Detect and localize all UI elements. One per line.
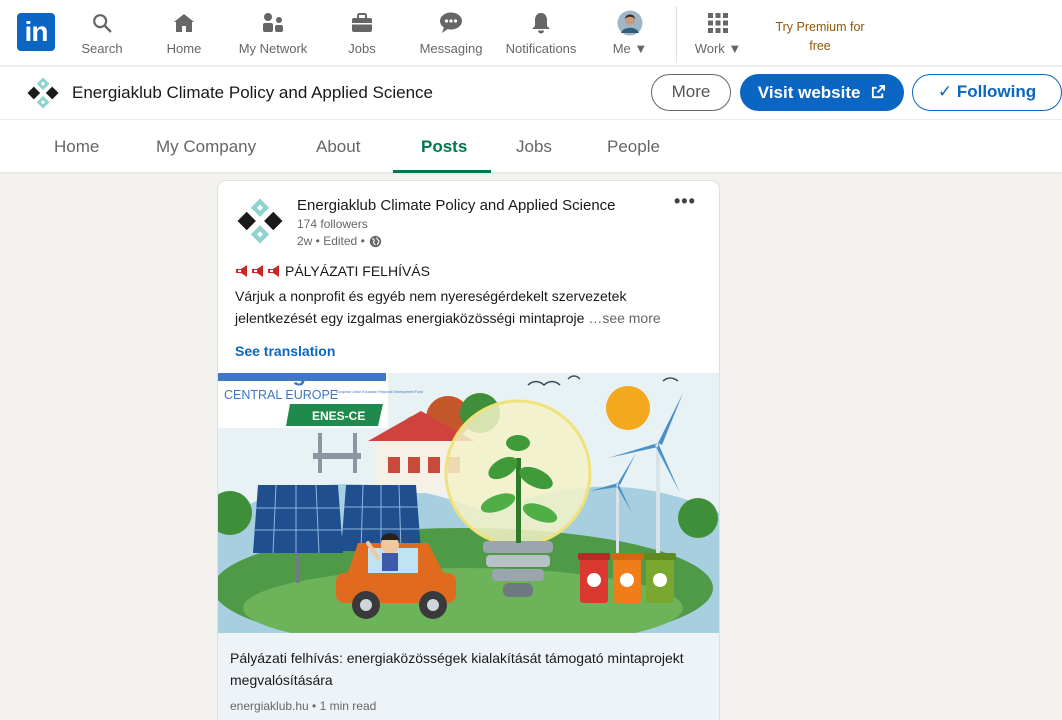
- see-more-link[interactable]: …see more: [588, 310, 660, 326]
- chevron-down-icon: ▼: [634, 41, 648, 56]
- bell-icon: [532, 13, 550, 34]
- message-icon: [440, 12, 462, 33]
- post-body-line-2: jelentkezését egy izgalmas energiaközöss…: [235, 310, 661, 326]
- nav-me[interactable]: Me ▼: [608, 8, 652, 60]
- following-button[interactable]: ✓ Following: [912, 74, 1062, 111]
- post-options-icon[interactable]: •••: [674, 191, 696, 212]
- project-name: ENES-CE: [312, 409, 365, 423]
- nav-messaging[interactable]: Messaging: [416, 8, 486, 60]
- energy-community-illustration: interreg CENTRAL EUROPE European Union E…: [218, 373, 719, 633]
- home-icon: [174, 14, 194, 32]
- post-headline: PÁLYÁZATI FELHÍVÁS: [235, 263, 430, 279]
- check-icon: ✓: [937, 82, 953, 101]
- nav-messaging-label: Messaging: [419, 41, 483, 56]
- nav-my-network-label: My Network: [238, 41, 308, 56]
- interreg-brand: interreg: [224, 373, 306, 386]
- post-author-name[interactable]: Energiaklub Climate Policy and Applied S…: [297, 197, 616, 214]
- link-title[interactable]: Pályázati felhívás: energiaközösségek ki…: [230, 647, 700, 691]
- nav-divider: [676, 6, 677, 62]
- post-meta-text: 2w • Edited •: [297, 234, 365, 248]
- post-meta: 2w • Edited •: [297, 234, 382, 248]
- see-translation-link[interactable]: See translation: [235, 343, 335, 359]
- following-label: Following: [956, 82, 1037, 101]
- premium-line-2: free: [809, 39, 831, 53]
- grid-icon: [708, 13, 728, 33]
- post-headline-text: PÁLYÁZATI FELHÍVÁS: [285, 263, 430, 279]
- visit-website-label: Visit website: [757, 83, 861, 102]
- nav-work-label: Work ▼: [694, 41, 742, 56]
- tab-posts[interactable]: Posts: [421, 120, 467, 173]
- nav-home[interactable]: Home: [160, 8, 208, 60]
- globe-icon: [369, 235, 381, 247]
- tab-people[interactable]: People: [607, 120, 660, 173]
- try-premium-link[interactable]: Try Premium for free: [760, 18, 880, 56]
- link-preview[interactable]: Pályázati felhívás: energiaközösségek ki…: [218, 633, 719, 720]
- more-button[interactable]: More: [651, 74, 731, 111]
- active-tab-indicator: [393, 170, 491, 173]
- eu-note: European Union European Regional Develop…: [336, 390, 423, 394]
- nav-jobs-label: Jobs: [348, 41, 376, 56]
- nav-jobs[interactable]: Jobs: [340, 8, 384, 60]
- company-tabs: Home My Company About Posts Jobs People: [0, 119, 1062, 173]
- tab-home[interactable]: Home: [54, 120, 99, 173]
- linkedin-logo[interactable]: in: [17, 13, 55, 51]
- nav-search-label: Search: [81, 41, 123, 56]
- nav-search[interactable]: Search: [78, 8, 126, 60]
- post-body: Várjuk a nonprofit és egyéb nem nyereség…: [235, 285, 705, 329]
- post-author-logo[interactable]: [234, 195, 286, 247]
- tab-my-company[interactable]: My Company: [156, 120, 256, 173]
- nav-home-label: Home: [166, 41, 202, 56]
- avatar: [617, 10, 643, 36]
- tab-jobs[interactable]: Jobs: [516, 120, 552, 173]
- nav-notifications-label: Notifications: [505, 41, 577, 56]
- company-header-bar: Energiaklub Climate Policy and Applied S…: [0, 67, 1062, 119]
- premium-line-1: Try Premium for: [775, 20, 865, 34]
- post-image[interactable]: interreg CENTRAL EUROPE European Union E…: [218, 373, 719, 633]
- post-body-line-1: Várjuk a nonprofit és egyéb nem nyereség…: [235, 288, 627, 304]
- nav-me-label: Me ▼: [612, 41, 648, 56]
- visit-website-button[interactable]: Visit website: [740, 74, 904, 111]
- network-icon: [263, 13, 283, 32]
- megaphone-icon: [236, 265, 279, 277]
- nav-my-network[interactable]: My Network: [234, 8, 312, 60]
- post-card: Energiaklub Climate Policy and Applied S…: [218, 181, 719, 720]
- chevron-down-icon: ▼: [728, 41, 742, 56]
- briefcase-icon: [352, 13, 372, 32]
- company-logo[interactable]: [25, 75, 61, 111]
- company-name: Energiaklub Climate Policy and Applied S…: [72, 83, 433, 102]
- post-followers: 174 followers: [297, 217, 368, 231]
- tab-about[interactable]: About: [316, 120, 360, 173]
- global-nav: in Search Home My Network Jobs Messaging…: [0, 0, 1062, 66]
- program-name: CENTRAL EUROPE: [224, 388, 338, 402]
- nav-work[interactable]: Work ▼: [690, 8, 746, 60]
- nav-notifications[interactable]: Notifications: [500, 8, 582, 60]
- search-icon: [93, 14, 112, 33]
- external-link-icon: [872, 84, 886, 99]
- link-source: energiaklub.hu • 1 min read: [230, 699, 377, 713]
